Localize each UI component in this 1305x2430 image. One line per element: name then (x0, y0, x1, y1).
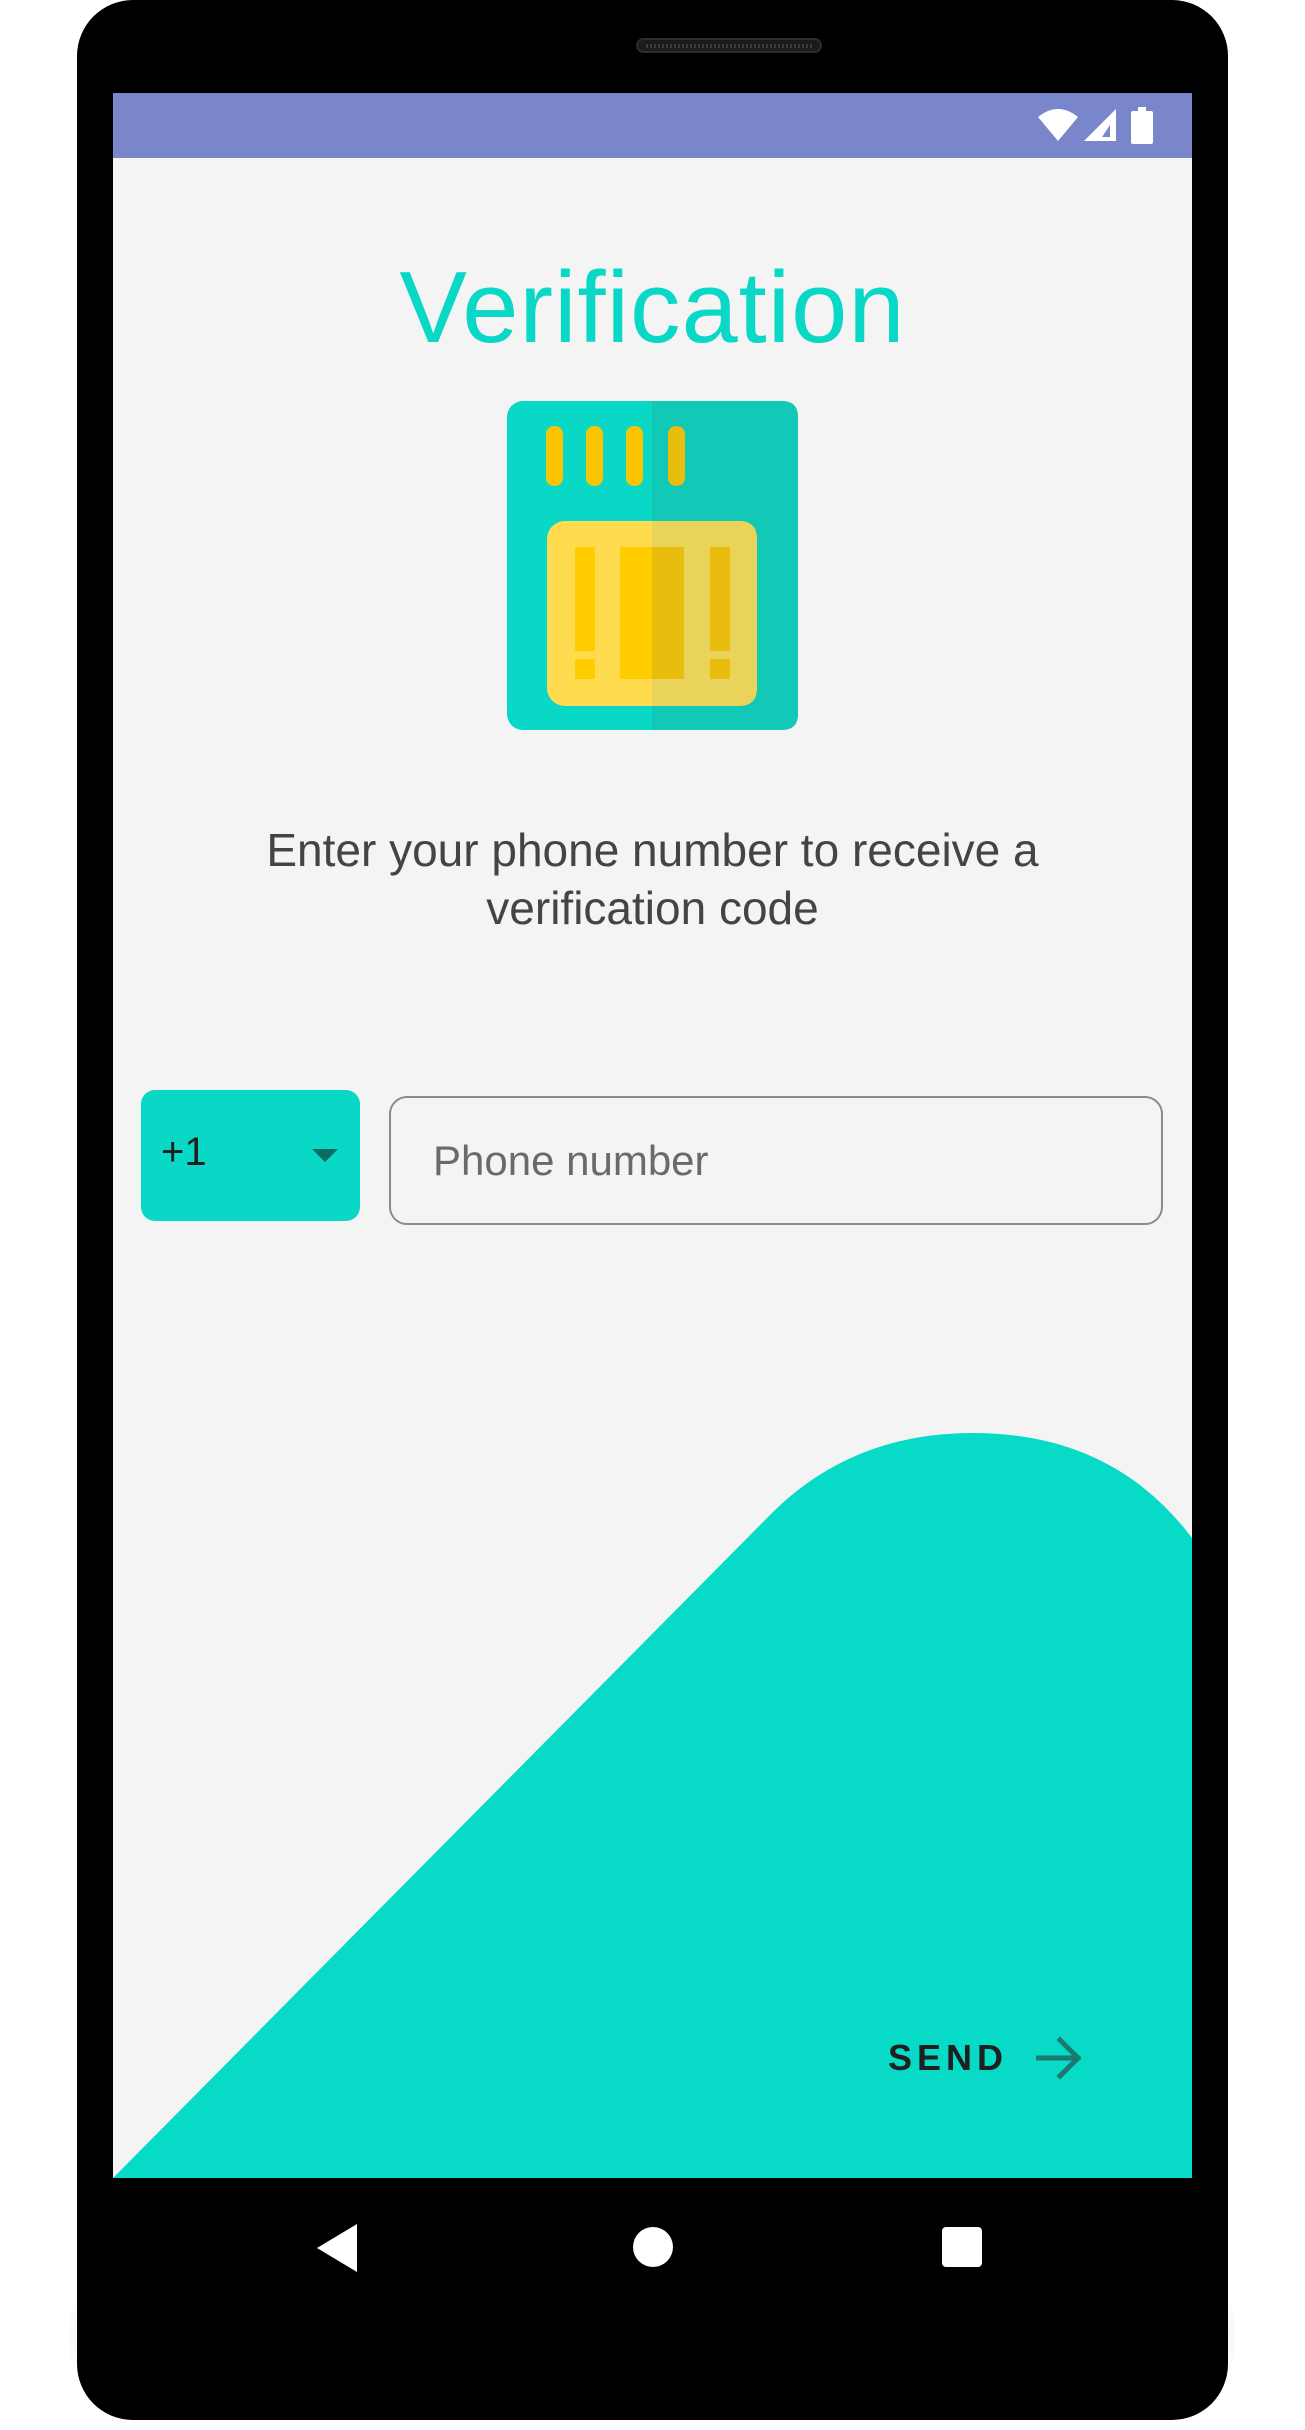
instructions-text: Enter your phone number to receive a ver… (266, 824, 1039, 934)
chevron-down-icon (312, 1149, 338, 1162)
wifi-icon (1038, 109, 1078, 141)
send-button[interactable]: SEND (888, 2023, 1084, 2093)
country-code-selector[interactable]: +1 (141, 1090, 360, 1221)
send-label: SEND (888, 2037, 1009, 2078)
phone-number-input[interactable] (389, 1096, 1163, 1225)
signal-icon (1084, 109, 1116, 141)
status-bar (113, 93, 1192, 158)
page-title: Verification (399, 252, 906, 364)
sim-card-icon (507, 401, 798, 730)
home-icon[interactable] (632, 2226, 674, 2268)
back-icon[interactable] (315, 2222, 359, 2274)
battery-icon (1131, 107, 1153, 144)
earpiece-speaker (636, 38, 822, 53)
recents-icon[interactable] (941, 2226, 983, 2268)
navigation-bar (113, 2178, 1192, 2348)
country-code-value: +1 (161, 1130, 207, 1174)
arrow-right-icon (1036, 2036, 1082, 2080)
app-screen: Verification Enter your phone number to … (113, 93, 1192, 2178)
